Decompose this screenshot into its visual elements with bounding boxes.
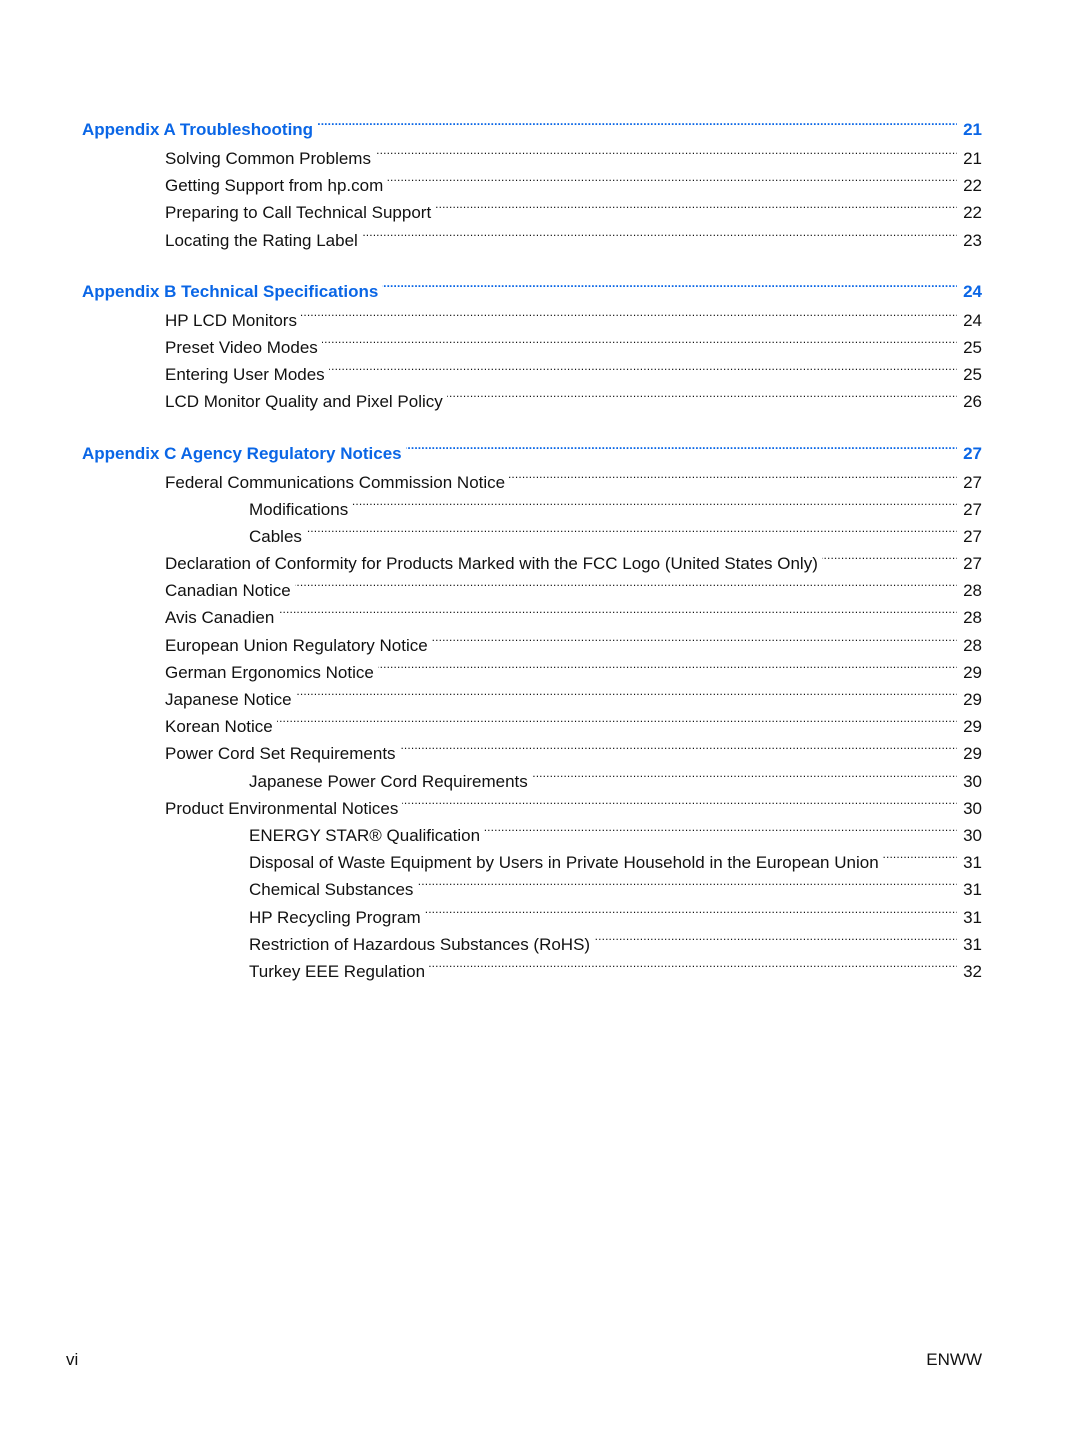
dot-leader — [301, 299, 957, 326]
dot-leader — [400, 732, 958, 759]
dot-leader — [532, 760, 957, 787]
footer-doc-code: ENWW — [926, 1350, 982, 1369]
toc-entry-page: 31 — [963, 853, 982, 873]
dot-leader — [594, 923, 957, 950]
toc-subentry[interactable]: Disposal of Waste Equipment by Users in … — [82, 841, 982, 872]
toc-subentry[interactable]: Cables 27 — [82, 515, 982, 546]
toc-section-appendix-b: Appendix B Technical Specifications 24 H… — [82, 270, 982, 412]
toc-entry-page: 30 — [963, 825, 982, 845]
toc-heading-page: 24 — [963, 281, 982, 301]
toc-entry-page: 30 — [963, 798, 982, 818]
toc-entry-page: 30 — [963, 771, 982, 791]
dot-leader — [317, 108, 957, 135]
toc-entry-page: 32 — [963, 961, 982, 981]
toc-entry-page: 23 — [963, 230, 982, 250]
toc-entry-title: LCD Monitor Quality and Pixel Policy — [165, 392, 443, 412]
dot-leader — [435, 191, 957, 218]
dot-leader — [295, 569, 957, 596]
toc-entry-page: 29 — [963, 744, 982, 764]
toc-entry-title: Solving Common Problems — [165, 149, 371, 168]
dot-leader — [447, 380, 957, 407]
toc-entry-title: Cables — [249, 526, 302, 546]
toc-entry-title: Locating the Rating Label — [165, 230, 358, 250]
toc-entry-page: 22 — [963, 203, 982, 223]
toc-entry-title: Korean Notice — [165, 717, 273, 737]
toc-entry-page: 27 — [963, 554, 982, 574]
toc-subentry[interactable]: HP Recycling Program 31 — [82, 896, 982, 927]
dot-leader — [509, 461, 957, 488]
toc-entry-page: 29 — [963, 662, 982, 682]
toc-entry-page: 27 — [963, 526, 982, 546]
toc-heading-link[interactable]: Appendix B Technical Specifications 24 — [82, 270, 982, 301]
toc-entry-page: 27 — [963, 472, 982, 492]
dot-leader — [432, 624, 957, 651]
toc-heading-title: Appendix C Agency Regulatory Notices — [82, 443, 402, 463]
toc-entry-title: Chemical Substances — [249, 880, 414, 900]
dot-leader — [382, 270, 957, 297]
dot-leader — [425, 896, 957, 923]
dot-leader — [322, 326, 957, 353]
toc-entry[interactable]: Declaration of Conformity for Products M… — [82, 542, 982, 573]
toc-entry-page: 24 — [963, 310, 982, 330]
dot-leader — [484, 814, 957, 841]
toc-entry-title: ENERGY STAR® Qualification — [249, 825, 481, 845]
toc-heading-link[interactable]: Appendix A Troubleshooting 21 — [82, 108, 982, 139]
toc-entry-title: HP LCD Monitors — [165, 310, 297, 330]
dot-leader — [352, 488, 957, 515]
dot-leader — [329, 353, 957, 380]
dot-leader — [822, 542, 957, 569]
dot-leader — [406, 432, 957, 459]
dot-leader — [417, 868, 957, 895]
toc-entry-title: Power Cord Set Requirements — [165, 744, 396, 764]
toc-entry-title: Turkey EEE Regulation — [249, 961, 426, 981]
toc-heading-title: Appendix A Troubleshooting — [82, 120, 314, 139]
dot-leader — [402, 787, 957, 814]
toc-entry-title: Canadian Notice — [165, 581, 291, 601]
toc-entry-title: Entering User Modes — [165, 365, 325, 385]
toc-entry-page: 28 — [963, 608, 982, 628]
toc-section-appendix-c: Appendix C Agency Regulatory Notices 27 … — [82, 432, 982, 981]
dot-leader — [296, 678, 957, 705]
table-of-contents: Appendix A Troubleshooting 21 Solving Co… — [82, 108, 982, 1001]
dot-leader — [278, 596, 957, 623]
toc-entry-page: 28 — [963, 581, 982, 601]
dot-leader — [362, 219, 957, 246]
toc-heading-link[interactable]: Appendix C Agency Regulatory Notices 27 — [82, 432, 982, 463]
toc-entry-page: 25 — [963, 337, 982, 357]
toc-entry-page: 29 — [963, 717, 982, 737]
dot-leader — [883, 841, 957, 868]
toc-entry-page: 28 — [963, 635, 982, 655]
footer-page-number: vi — [66, 1350, 79, 1369]
toc-section-appendix-a: Appendix A Troubleshooting 21 Solving Co… — [82, 108, 982, 250]
toc-entry-page: 31 — [963, 880, 982, 900]
dot-leader — [429, 950, 957, 977]
toc-entry-page: 21 — [963, 149, 982, 168]
toc-entry-page: 25 — [963, 365, 982, 385]
toc-entry-page: 27 — [963, 499, 982, 519]
toc-subentry[interactable]: Restriction of Hazardous Substances (RoH… — [82, 923, 982, 954]
toc-entry-title: Getting Support from hp.com — [165, 176, 384, 196]
dot-leader — [306, 515, 957, 542]
toc-entry-page: 26 — [963, 392, 982, 412]
toc-heading-page: 21 — [963, 120, 982, 139]
toc-entry-page: 22 — [963, 176, 982, 196]
dot-leader — [375, 137, 957, 164]
toc-entry-title: HP Recycling Program — [249, 907, 421, 927]
toc-entry-page: 31 — [963, 934, 982, 954]
dot-leader — [387, 164, 957, 191]
toc-entry-title: Avis Canadien — [165, 608, 275, 628]
toc-subentry[interactable]: Chemical Substances 31 — [82, 868, 982, 899]
toc-subentry[interactable]: Turkey EEE Regulation 32 — [82, 950, 982, 981]
toc-entry-page: 29 — [963, 690, 982, 709]
toc-entry-title: Preset Video Modes — [165, 337, 318, 357]
dot-leader — [277, 705, 957, 732]
toc-entry-page: 31 — [963, 907, 982, 927]
page-footer: vi ENWW — [66, 1350, 982, 1370]
toc-entry-title: Product Environmental Notices — [165, 798, 399, 818]
toc-entry[interactable]: Product Environmental Notices 30 — [82, 787, 982, 818]
dot-leader — [378, 651, 957, 678]
toc-heading-page: 27 — [963, 443, 982, 463]
